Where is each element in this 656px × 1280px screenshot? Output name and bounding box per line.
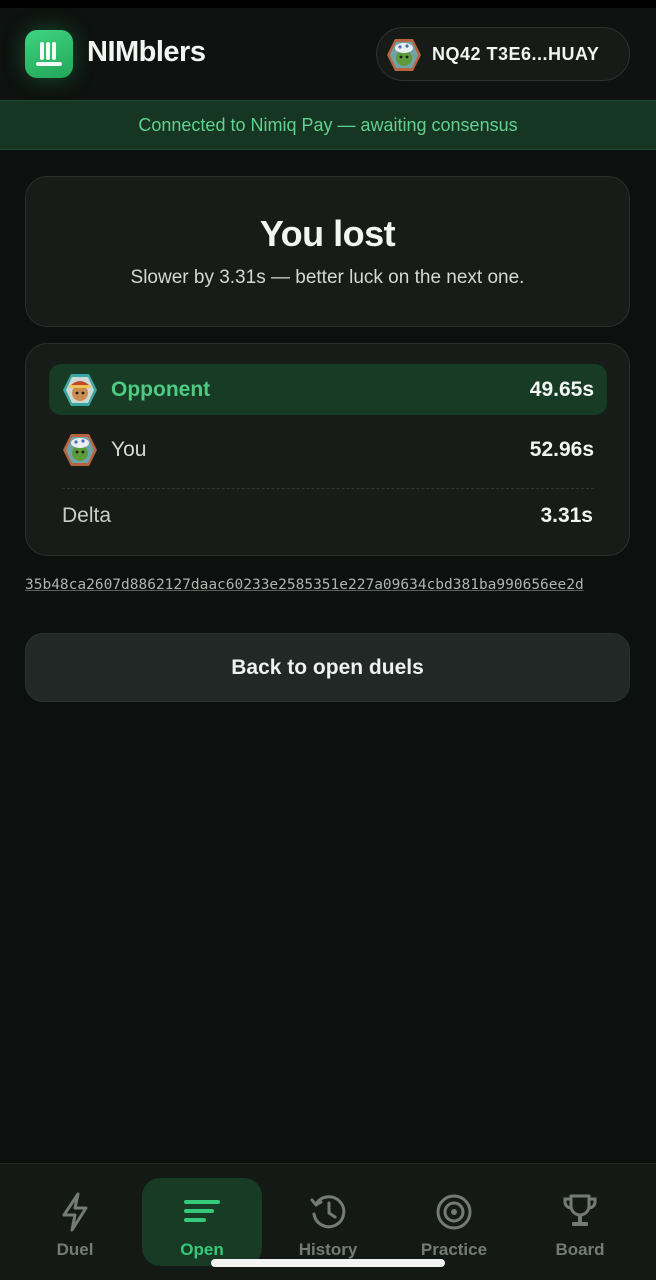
trophy-icon xyxy=(563,1194,597,1226)
result-card: You lost Slower by 3.31s — better luck o… xyxy=(25,176,630,327)
you-time: 52.96s xyxy=(529,438,594,461)
wallet-address: NQ42 T3E6...HUAY xyxy=(432,44,600,64)
nav-label-board: Board xyxy=(555,1240,605,1259)
connection-status-banner: Connected to Nimiq Pay — awaiting consen… xyxy=(0,100,656,150)
opponent-row: Opponent 49.65s xyxy=(49,364,607,415)
list-icon xyxy=(184,1200,220,1222)
nav-label-open: Open xyxy=(180,1240,224,1259)
target-icon xyxy=(436,1194,472,1230)
opponent-label: Opponent xyxy=(111,378,211,401)
nav-label-duel: Duel xyxy=(56,1240,94,1259)
delta-value: 3.31s xyxy=(540,504,593,527)
status-bar-strip xyxy=(0,0,656,8)
home-indicator[interactable] xyxy=(211,1259,445,1267)
times-card: Opponent 49.65s You 52.96s Delta 3.31s xyxy=(25,343,630,556)
nav-item-board[interactable]: Board xyxy=(520,1178,640,1266)
delta-divider xyxy=(62,488,594,489)
result-title: You lost xyxy=(259,213,396,254)
opponent-time: 49.65s xyxy=(529,378,594,401)
nav-label-practice: Practice xyxy=(420,1240,488,1259)
wallet-button[interactable]: NQ42 T3E6...HUAY xyxy=(376,27,630,81)
you-avatar-icon xyxy=(63,434,97,466)
nav-item-practice[interactable]: Practice xyxy=(394,1178,514,1266)
history-icon xyxy=(310,1195,346,1229)
opponent-avatar-icon xyxy=(63,374,97,406)
app-header: NIMblers NQ42 T3E6...HUAY xyxy=(0,8,656,100)
nav-item-history[interactable]: History xyxy=(268,1178,388,1266)
back-button-label: Back to open duels xyxy=(231,655,424,679)
result-subtitle: Slower by 3.31s — better luck on the nex… xyxy=(130,267,525,288)
app-logo-icon[interactable] xyxy=(25,30,73,78)
nav-item-open[interactable]: Open xyxy=(142,1178,262,1266)
app-name: NIMblers xyxy=(87,36,206,68)
lightning-icon xyxy=(62,1192,88,1232)
nav-label-history: History xyxy=(298,1240,358,1259)
you-label: You xyxy=(111,438,147,461)
nav-item-duel[interactable]: Duel xyxy=(15,1178,135,1266)
you-row: You 52.96s xyxy=(49,424,607,475)
wallet-avatar-icon xyxy=(387,39,421,71)
delta-label: Delta xyxy=(62,504,112,527)
connection-status-text: Connected to Nimiq Pay — awaiting consen… xyxy=(138,114,518,135)
transaction-hash-link[interactable]: 35b48ca2607d8862127daac60233e2585351e227… xyxy=(25,574,631,596)
back-to-open-duels-button[interactable]: Back to open duels xyxy=(25,633,630,702)
